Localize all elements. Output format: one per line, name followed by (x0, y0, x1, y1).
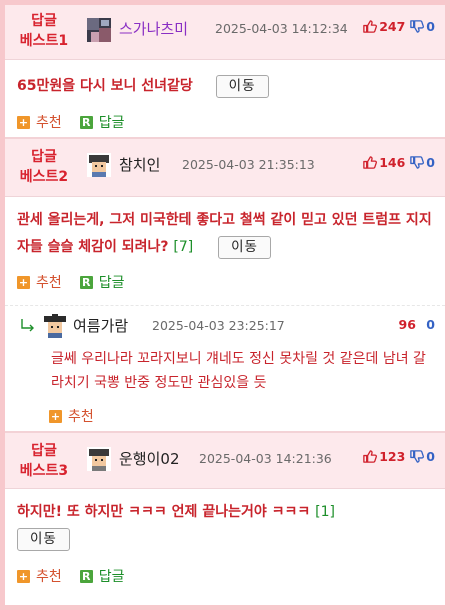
timestamp: 2025-04-03 14:21:36 (199, 451, 332, 466)
plus-square-icon: + (17, 115, 30, 129)
r-square-icon: R (79, 115, 93, 129)
sub-reply-actions: + 추천 (5, 401, 445, 431)
timestamp: 2025-04-03 14:12:34 (215, 21, 348, 36)
vote-counts: 146 0 (362, 155, 435, 170)
reply-count[interactable]: [7] (173, 239, 193, 255)
downvote-count: 0 (426, 317, 435, 332)
reply-body: 65만원을 다시 보니 선녀같당 이동 (5, 60, 445, 107)
thumbs-up-icon[interactable] (362, 155, 377, 170)
reply-header: 답글 베스트1 스가나츠미 2025-04-03 14:12:34 247 0 (5, 5, 445, 60)
reply-arrow-icon (21, 319, 34, 332)
best-reply-1: 답글 베스트1 스가나츠미 2025-04-03 14:12:34 247 0 … (5, 5, 445, 139)
downvote-count: 0 (426, 155, 435, 170)
best-label: 답글 베스트1 (19, 13, 69, 49)
sub-reply-body: 글쎄 우리나라 꼬라지보니 걔네도 정신 못차릴 것 같은데 남녀 갈라치기 국… (5, 345, 445, 395)
recommend-button[interactable]: + 추천 (17, 566, 62, 586)
plus-square-icon: + (17, 275, 30, 289)
avatar[interactable] (87, 18, 111, 42)
r-square-icon: R (79, 275, 93, 289)
nickname[interactable]: 스가나츠미 (119, 18, 188, 40)
reply-body: 관세 올리는게, 그저 미국한테 좋다고 철썩 같이 믿고 있던 트럼프 지지자… (5, 197, 445, 267)
reply-button[interactable]: R 답글 (79, 566, 125, 586)
upvote-count: 123 (379, 449, 406, 464)
avatar[interactable] (87, 153, 111, 177)
nickname[interactable]: 참치인 (119, 154, 160, 176)
best-label: 답글 베스트3 (19, 443, 69, 479)
thumbs-up-icon[interactable] (362, 449, 377, 464)
reply-actions: + 추천 R 답글 (5, 267, 445, 297)
best-replies-panel: 답글 베스트1 스가나츠미 2025-04-03 14:12:34 247 0 … (5, 5, 445, 605)
reply-body: 하지만! 또 하지만 ㅋㅋㅋ 언제 끝나는거야 ㅋㅋㅋ [1] 이동 (5, 489, 445, 557)
reply-text: 하지만! 또 하지만 ㅋㅋㅋ 언제 끝나는거야 ㅋㅋㅋ (17, 504, 311, 520)
upvote-count: 96 (398, 317, 416, 332)
reply-actions: + 추천 R 답글 (5, 561, 445, 591)
recommend-button[interactable]: + 추천 (17, 112, 62, 132)
timestamp: 2025-04-03 21:35:13 (182, 157, 315, 172)
reply-header: 답글 베스트2 참치인 2025-04-03 21:35:13 146 0 (5, 139, 445, 197)
reply-button[interactable]: R 답글 (79, 112, 125, 132)
sub-reply-header: 여름가람 2025-04-03 23:25:17 96 0 (5, 305, 445, 345)
plus-square-icon: + (17, 569, 30, 583)
thumbs-down-icon[interactable] (409, 449, 424, 464)
best-label: 답글 베스트2 (19, 149, 69, 185)
reply-count[interactable]: [1] (315, 504, 335, 520)
r-square-icon: R (79, 569, 93, 583)
reply-actions: + 추천 R 답글 (5, 107, 445, 137)
best-reply-3: 답글 베스트3 운행이02 2025-04-03 14:21:36 123 0 … (5, 433, 445, 591)
upvote-count: 146 (379, 155, 406, 170)
recommend-button[interactable]: + 추천 (49, 406, 94, 426)
vote-counts: 123 0 (362, 449, 435, 464)
avatar[interactable] (87, 447, 111, 471)
move-button[interactable]: 이동 (218, 235, 271, 259)
avatar[interactable] (43, 314, 67, 338)
plus-square-icon: + (49, 409, 62, 423)
downvote-count: 0 (426, 19, 435, 34)
nickname[interactable]: 운행이02 (119, 448, 180, 470)
downvote-count: 0 (426, 449, 435, 464)
thumbs-up-icon[interactable] (362, 19, 377, 34)
thumbs-down-icon[interactable] (409, 155, 424, 170)
vote-counts: 247 0 (362, 19, 435, 34)
reply-button[interactable]: R 답글 (79, 272, 125, 292)
vote-counts: 96 0 (399, 317, 435, 332)
move-button[interactable]: 이동 (17, 527, 70, 551)
timestamp: 2025-04-03 23:25:17 (152, 318, 285, 333)
thumbs-down-icon[interactable] (409, 19, 424, 34)
move-button[interactable]: 이동 (215, 74, 269, 98)
reply-text: 글쎄 우리나라 꼬라지보니 걔네도 정신 못차릴 것 같은데 남녀 갈라치기 국… (51, 351, 426, 391)
reply-text: 65만원을 다시 보니 선녀같당 (17, 78, 193, 94)
reply-header: 답글 베스트3 운행이02 2025-04-03 14:21:36 123 0 (5, 433, 445, 489)
recommend-button[interactable]: + 추천 (17, 272, 62, 292)
nickname[interactable]: 여름가람 (73, 315, 128, 337)
upvote-count: 247 (379, 19, 406, 34)
best-reply-2: 답글 베스트2 참치인 2025-04-03 21:35:13 146 0 관세 (5, 139, 445, 433)
